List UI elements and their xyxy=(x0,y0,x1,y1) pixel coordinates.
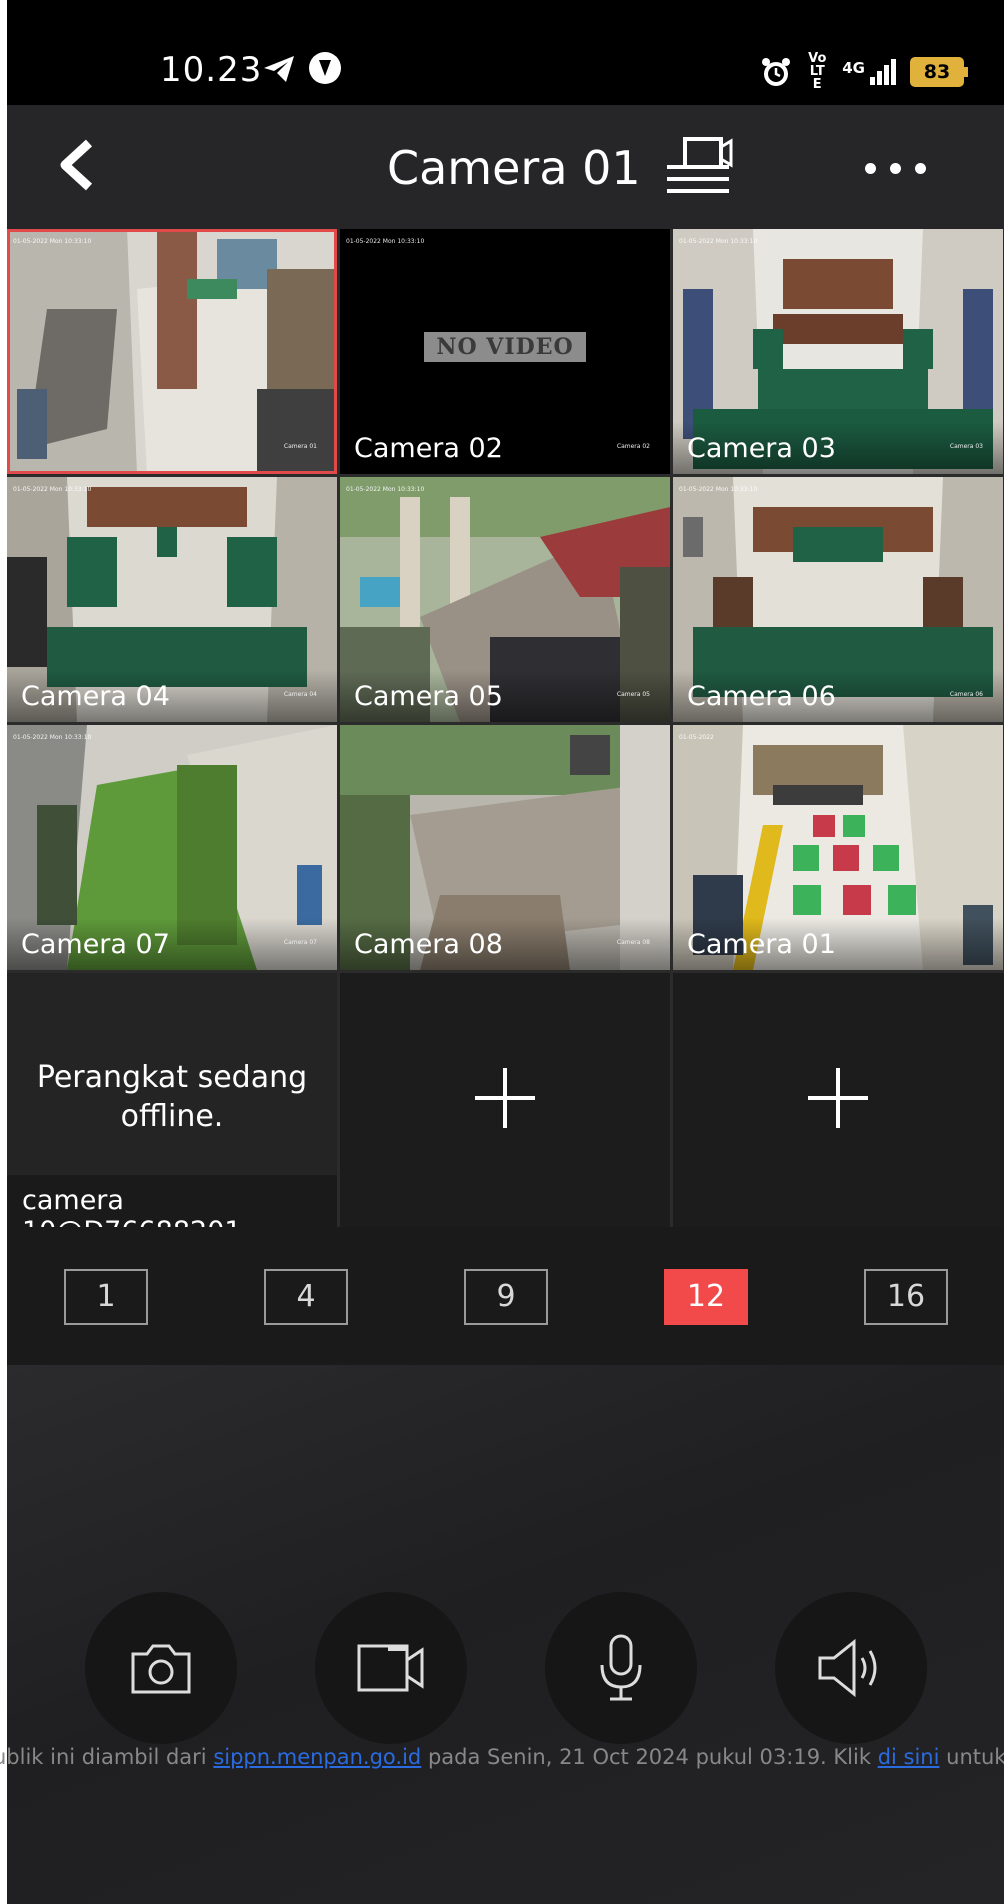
camera-label: Camera 06 xyxy=(687,681,836,712)
app-header: Camera 01 xyxy=(7,105,1004,229)
vpn-shield-icon xyxy=(309,52,341,84)
camera-label: Camera 04 xyxy=(21,681,170,712)
more-options-icon[interactable] xyxy=(865,163,926,174)
status-bar: 10.23 Vo LTE 4G 83 xyxy=(7,0,1004,105)
add-camera-tile[interactable] xyxy=(340,973,670,1227)
signal-icon: 4G xyxy=(842,58,896,85)
back-icon[interactable] xyxy=(49,135,109,195)
camera-label: Camera 07 xyxy=(21,929,170,960)
microphone-icon xyxy=(600,1634,642,1701)
camera-tile[interactable]: 01-05-2022 Mon 10:33:10 NO VIDEO Camera … xyxy=(340,229,670,474)
camera-label: Camera 08 xyxy=(354,929,503,960)
layout-option-9[interactable]: 9 xyxy=(464,1269,548,1325)
camera-label: Camera 05 xyxy=(354,681,503,712)
offline-camera-tile[interactable]: Perangkat sedang offline. camera 10@D766… xyxy=(7,973,337,1227)
no-video-overlay: NO VIDEO xyxy=(424,332,586,362)
control-panel xyxy=(7,1365,1004,1904)
layout-option-16[interactable]: 16 xyxy=(864,1269,948,1325)
camera-tile[interactable]: 01-05-2022 Mon 10:33:10 Camera 04 Camera… xyxy=(7,477,337,722)
source-footer: ublik ini diambil dari sippn.menpan.go.i… xyxy=(0,1745,1004,1769)
alarm-icon xyxy=(762,57,791,86)
speaker-icon xyxy=(818,1638,877,1698)
battery-icon: 83 xyxy=(910,56,968,87)
camera-tile[interactable]: 01-05-2022 Mon 10:33:10 Camera 06 Camera… xyxy=(673,477,1003,722)
offline-message: Perangkat sedang offline. xyxy=(36,1060,308,1134)
offline-device-label: camera 10@D76688201 xyxy=(7,1175,337,1227)
volte-icon: Vo LTE xyxy=(808,51,827,92)
camera-label: Camera 02 xyxy=(354,433,503,464)
source-link[interactable]: sippn.menpan.go.id xyxy=(213,1745,421,1769)
screen: 10.23 Vo LTE 4G 83 Camera 01 01-05-2022 … xyxy=(7,0,1004,1904)
record-button[interactable] xyxy=(315,1592,467,1744)
camera-tile[interactable]: Camera 08 Camera 08 xyxy=(340,725,670,970)
device-switch-icon[interactable] xyxy=(665,135,735,197)
page-title: Camera 01 xyxy=(387,141,641,195)
status-icons: Vo LTE 4G 83 xyxy=(760,51,968,92)
video-record-icon xyxy=(357,1644,424,1692)
camera-feed-image xyxy=(7,229,337,474)
layout-option-1[interactable]: 1 xyxy=(64,1269,148,1325)
add-camera-tile[interactable] xyxy=(673,973,1004,1227)
add-icon xyxy=(475,1068,535,1128)
camera-icon xyxy=(131,1644,191,1694)
camera-label: Camera 03 xyxy=(687,433,836,464)
talk-button[interactable] xyxy=(545,1592,697,1744)
telegram-icon xyxy=(264,56,294,82)
snapshot-button[interactable] xyxy=(85,1592,237,1744)
here-link[interactable]: di sini xyxy=(878,1745,940,1769)
audio-button[interactable] xyxy=(775,1592,927,1744)
camera-grid: 01-05-2022 Mon 10:33:10 Camera 01 01-05-… xyxy=(7,229,1004,1227)
camera-label: Camera 01 xyxy=(687,929,836,960)
camera-tile[interactable]: 01-05-2022 Camera 01 xyxy=(673,725,1003,970)
status-time: 10.23 xyxy=(160,50,263,90)
camera-tile[interactable]: 01-05-2022 Mon 10:33:10 Camera 01 xyxy=(7,229,337,474)
camera-tile[interactable]: 01-05-2022 Mon 10:33:10 Camera 05 Camera… xyxy=(340,477,670,722)
camera-tile[interactable]: 01-05-2022 Mon 10:33:10 Camera 03 Camera… xyxy=(673,229,1003,474)
layout-option-12[interactable]: 12 xyxy=(664,1269,748,1325)
add-icon xyxy=(808,1068,868,1128)
camera-tile[interactable]: 01-05-2022 Mon 10:33:10 Camera 07 Camera… xyxy=(7,725,337,970)
layout-option-4[interactable]: 4 xyxy=(264,1269,348,1325)
layout-selector: 1 4 9 12 16 xyxy=(7,1227,1004,1365)
